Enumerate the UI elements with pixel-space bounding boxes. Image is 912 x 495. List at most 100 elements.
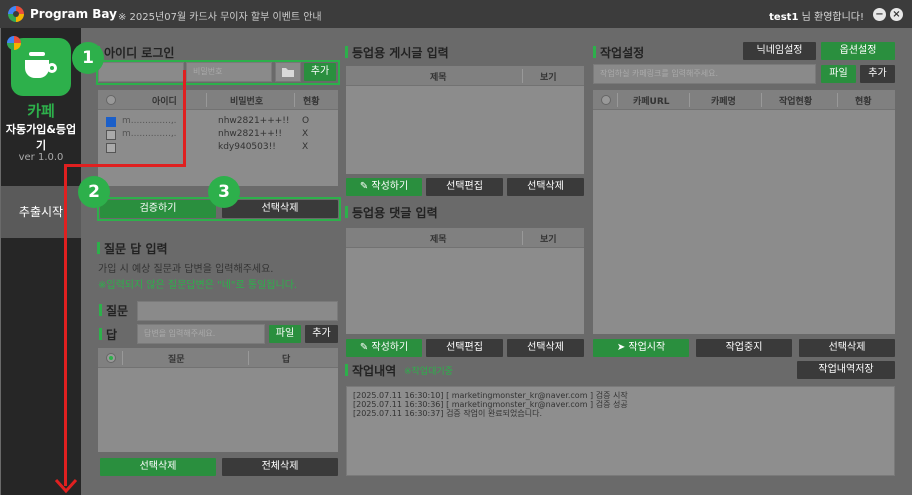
sidebar-title-product: 자동가입&등업기 xyxy=(5,123,77,152)
row-id: m..............,. xyxy=(122,129,177,139)
work-table: 카페URL 카페명 작업현황 현황 xyxy=(593,90,895,334)
step-1-badge: 1 xyxy=(72,42,104,74)
col-answer: 답 xyxy=(282,355,291,365)
post-table-header: 제목 보기 xyxy=(346,66,584,86)
qa-add-button[interactable]: 추가 xyxy=(305,325,338,343)
row-checkbox[interactable] xyxy=(106,117,116,127)
col-status: 현황 xyxy=(855,97,872,107)
login-section-title: 아이디 로그인 xyxy=(104,46,175,60)
cafe-url-input[interactable]: 작업하실 카페링크를 입력해주세요. xyxy=(593,64,816,84)
nickname-settings-button[interactable]: 닉네임설정 xyxy=(743,42,816,60)
guide-arrow-line xyxy=(183,70,186,166)
row-id: m..............,. xyxy=(122,116,177,126)
save-history-button[interactable]: 작업내역저장 xyxy=(797,361,895,379)
login-input-highlight xyxy=(96,60,340,85)
qa-file-button[interactable]: 파일 xyxy=(269,325,301,343)
table-row[interactable]: kdy940503!! X xyxy=(98,142,338,155)
user-name: test1 xyxy=(769,12,799,23)
comment-table-header: 제목 보기 xyxy=(346,228,584,248)
comment-write-label: 작성하기 xyxy=(371,342,409,353)
work-table-header: 카페URL 카페명 작업현황 현황 xyxy=(593,90,895,110)
qa-note: ※입력되지 않은 질문답변은 "네"로 통일됩니다. xyxy=(98,280,298,291)
col-title: 제목 xyxy=(430,73,447,83)
log-line: [2025.07.11 16:30:10] [ marketingmonster… xyxy=(353,391,628,400)
step-2-badge: 2 xyxy=(78,176,110,208)
section-marker xyxy=(99,304,102,316)
comment-edit-button[interactable]: 선택편집 xyxy=(426,339,503,357)
minimize-icon[interactable]: − xyxy=(873,8,886,21)
option-settings-button[interactable]: 옵션설정 xyxy=(821,42,895,60)
pencil-icon: ✎ xyxy=(359,342,372,353)
section-marker xyxy=(593,46,596,58)
user-greeting: test1 님 환영합니다! xyxy=(769,8,864,23)
comment-section-title: 등업용 댓글 입력 xyxy=(352,206,438,220)
work-start-button[interactable]: ➤ 작업시작 xyxy=(593,339,689,357)
qa-delete-selected-button[interactable]: 선택삭제 xyxy=(100,458,216,476)
col-status: 현황 xyxy=(303,97,320,107)
post-section-title: 등업용 게시글 입력 xyxy=(352,46,449,60)
section-marker xyxy=(97,242,100,254)
close-icon[interactable]: × xyxy=(890,8,903,21)
event-notice-link[interactable]: ※ 2025년07월 카드사 무이자 할부 이벤트 안내 xyxy=(118,8,322,23)
section-marker xyxy=(345,364,348,376)
select-all-radio[interactable] xyxy=(106,353,116,363)
qa-table-header: 질문 답 xyxy=(98,348,338,368)
program-bay-badge-icon xyxy=(7,36,21,50)
select-all-radio[interactable] xyxy=(601,95,611,105)
comment-delete-button[interactable]: 선택삭제 xyxy=(507,339,584,357)
work-section-title: 작업설정 xyxy=(600,46,645,60)
table-row[interactable]: m..............,. nhw2821+++!! O xyxy=(98,116,338,129)
comment-write-button[interactable]: ✎ 작성하기 xyxy=(346,339,422,357)
row-password: nhw2821++!! xyxy=(218,129,282,139)
answer-input[interactable]: 답변을 입력해주세요. xyxy=(137,324,265,344)
guide-arrow-line xyxy=(64,164,186,167)
sidebar-title-cafe: 카페 xyxy=(27,102,55,120)
work-start-label: 작업시작 xyxy=(628,342,666,353)
history-section-title: 작업내역 xyxy=(352,364,397,378)
send-icon: ➤ xyxy=(616,342,629,353)
post-table: 제목 보기 xyxy=(346,66,584,174)
work-delete-button[interactable]: 선택삭제 xyxy=(799,339,895,357)
post-write-button[interactable]: ✎ 작성하기 xyxy=(346,178,422,196)
qa-section-title: 질문 답 입력 xyxy=(104,242,168,256)
log-line: [2025.07.11 16:30:36] [ marketingmonster… xyxy=(353,400,628,409)
post-write-label: 작성하기 xyxy=(371,181,409,192)
app-name: Program Bay xyxy=(30,7,117,21)
login-table-header: 아이디 비밀번호 현황 xyxy=(98,90,338,110)
col-view: 보기 xyxy=(540,73,557,83)
row-password: kdy940503!! xyxy=(218,142,276,152)
history-log: [2025.07.11 16:30:10] [ marketingmonster… xyxy=(346,386,895,476)
col-progress: 작업현황 xyxy=(779,97,813,107)
row-checkbox[interactable] xyxy=(106,143,116,153)
question-input[interactable] xyxy=(137,301,338,321)
sidebar: 카페 자동가입&등업기 ver 1.0.0 추출시작 xyxy=(1,28,81,495)
cafe-cup-logo-icon xyxy=(11,38,71,96)
row-checkbox[interactable] xyxy=(106,130,116,140)
qa-table: 질문 답 xyxy=(98,348,338,452)
work-stop-button[interactable]: 작업중지 xyxy=(696,339,792,357)
log-line: [2025.07.11 16:30:37] 검증 작업이 완료되었습니다. xyxy=(353,409,543,418)
extract-start-button[interactable]: 추출시작 xyxy=(1,186,81,238)
col-question: 질문 xyxy=(168,355,185,365)
post-delete-button[interactable]: 선택삭제 xyxy=(507,178,584,196)
pencil-icon: ✎ xyxy=(359,181,372,192)
col-password: 비밀번호 xyxy=(230,97,264,107)
row-status: X xyxy=(302,129,309,139)
comment-table: 제목 보기 xyxy=(346,228,584,334)
post-edit-button[interactable]: 선택편집 xyxy=(426,178,503,196)
table-row[interactable]: m..............,. nhw2821++!! X xyxy=(98,129,338,142)
work-file-button[interactable]: 파일 xyxy=(821,65,856,83)
section-marker xyxy=(345,206,348,218)
arrow-down-icon xyxy=(54,478,78,494)
col-cafe-url: 카페URL xyxy=(633,97,670,107)
qa-delete-all-button[interactable]: 전체삭제 xyxy=(222,458,338,476)
col-id: 아이디 xyxy=(152,97,177,107)
col-view: 보기 xyxy=(540,235,557,245)
program-bay-logo-icon xyxy=(8,6,24,22)
qa-description: 가입 시 예상 질문과 답변을 입력해주세요. xyxy=(98,264,274,275)
greeting-text: 님 환영합니다! xyxy=(801,12,864,23)
work-add-button[interactable]: 추가 xyxy=(860,65,895,83)
title-bar: Program Bay ※ 2025년07월 카드사 무이자 할부 이벤트 안내… xyxy=(0,0,912,28)
row-status: X xyxy=(302,142,309,152)
select-all-radio[interactable] xyxy=(106,95,116,105)
